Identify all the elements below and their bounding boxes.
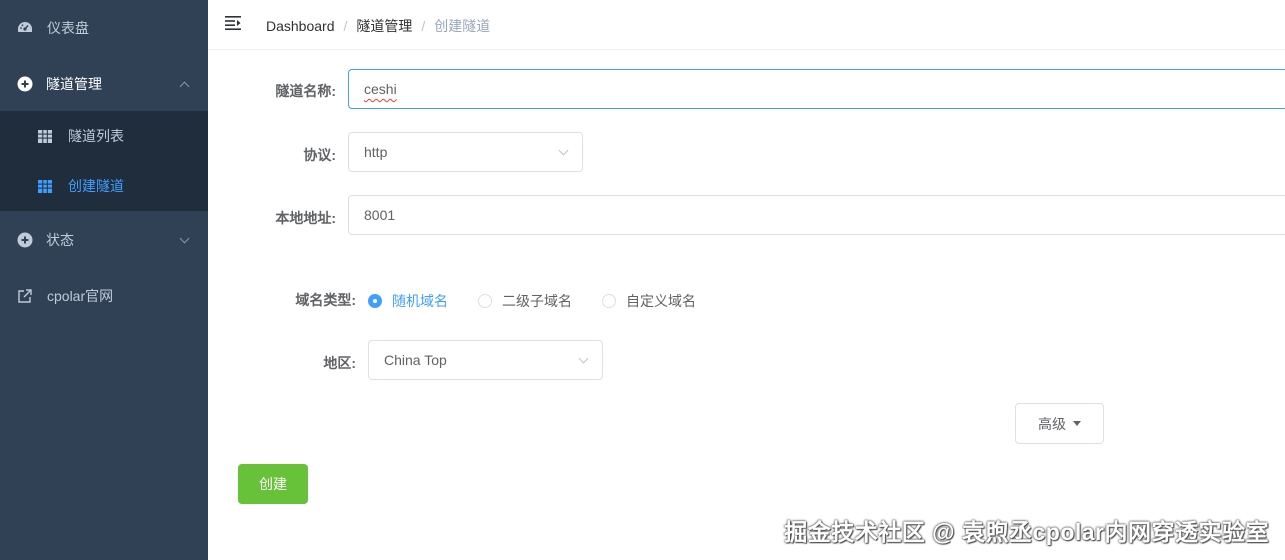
radio-custom-domain[interactable]: 自定义域名 [602, 291, 696, 311]
tunnel-name-label: 隧道名称: [275, 83, 336, 99]
plus-circle-icon [17, 76, 33, 92]
radio-label: 随机域名 [392, 293, 448, 309]
radio-checked-icon [368, 294, 382, 308]
caret-down-icon [1073, 421, 1081, 426]
sidebar-item-label: 仪表盘 [47, 20, 89, 36]
region-select[interactable]: China Top [368, 340, 603, 380]
create-label: 创建 [259, 476, 287, 492]
sidebar-item-tunnel-list[interactable]: 隧道列表 [0, 111, 208, 161]
plus-circle-icon [17, 232, 33, 248]
local-address-input[interactable]: 8001 [348, 195, 1285, 235]
protocol-select[interactable]: http [348, 132, 583, 172]
dashboard-icon [17, 20, 33, 36]
table-icon [38, 129, 52, 143]
domain-type-label: 域名类型: [295, 292, 356, 308]
sidebar-item-label: 状态 [46, 232, 74, 248]
watermark: 掘金技术社区 @ 袁煦丞cpolar内网穿透实验室 [784, 519, 1269, 545]
radio-label: 二级子域名 [502, 293, 572, 309]
region-value: China Top [384, 352, 447, 368]
sidebar-item-create-tunnel[interactable]: 创建隧道 [0, 161, 208, 211]
breadcrumb-dashboard[interactable]: Dashboard [266, 18, 335, 34]
chevron-down-icon [179, 233, 190, 244]
protocol-label: 协议: [303, 147, 336, 163]
sidebar-item-status[interactable]: 状态 [0, 212, 208, 268]
tunnel-name-input[interactable]: ceshi [348, 69, 1285, 109]
create-button[interactable]: 创建 [238, 464, 308, 504]
table-icon [38, 179, 52, 193]
breadcrumb-tunnel-management[interactable]: 隧道管理 [356, 16, 412, 36]
tunnel-submenu: 隧道列表 创建隧道 [0, 111, 208, 211]
local-address-label: 本地地址: [275, 210, 336, 226]
radio-subdomain[interactable]: 二级子域名 [478, 291, 572, 311]
radio-label: 自定义域名 [626, 293, 696, 309]
chevron-down-icon [578, 353, 589, 364]
hamburger-icon[interactable] [225, 16, 241, 30]
chevron-up-icon [179, 81, 190, 92]
breadcrumb: Dashboard / 隧道管理 / 创建隧道 [266, 16, 490, 36]
advanced-label: 高级 [1038, 415, 1066, 432]
radio-unchecked-icon [478, 294, 492, 308]
sidebar: 仪表盘 隧道管理 隧道列表 创建隧道 状态 cpolar官网 [0, 0, 208, 560]
sidebar-item-tunnel-management[interactable]: 隧道管理 [0, 56, 208, 112]
breadcrumb-current: 创建隧道 [434, 18, 491, 34]
region-label: 地区: [323, 355, 356, 371]
sidebar-item-label: 隧道管理 [46, 76, 102, 92]
radio-unchecked-icon [602, 294, 616, 308]
radio-random-domain[interactable]: 随机域名 [368, 291, 448, 311]
chevron-down-icon [558, 145, 569, 156]
sidebar-item-label: cpolar官网 [47, 288, 114, 304]
top-navbar: Dashboard / 隧道管理 / 创建隧道 [208, 0, 1285, 50]
sidebar-item-label: 隧道列表 [68, 128, 124, 144]
sidebar-item-label: 创建隧道 [68, 178, 124, 194]
local-address-value: 8001 [364, 207, 396, 223]
sidebar-item-cpolar-site[interactable]: cpolar官网 [0, 268, 208, 324]
external-link-icon [17, 288, 33, 304]
breadcrumb-separator: / [343, 18, 348, 34]
sidebar-item-dashboard[interactable]: 仪表盘 [0, 0, 208, 56]
breadcrumb-separator: / [421, 18, 426, 34]
protocol-value: http [364, 144, 388, 160]
tunnel-name-value: ceshi [364, 81, 397, 97]
advanced-dropdown-button[interactable]: 高级 [1015, 403, 1104, 444]
